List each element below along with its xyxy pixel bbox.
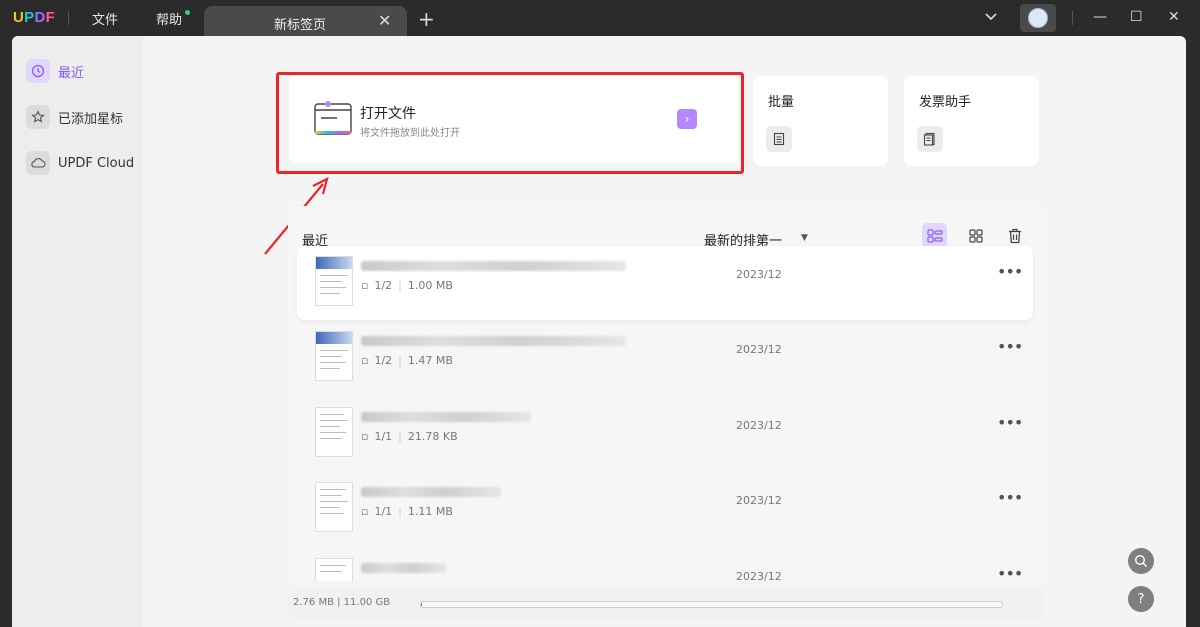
menu-file[interactable]: 文件 bbox=[92, 9, 118, 28]
file-date: 2023/12 bbox=[736, 494, 782, 507]
search-icon bbox=[1134, 554, 1147, 567]
batch-card[interactable]: 批量 bbox=[753, 76, 888, 166]
file-thumbnail bbox=[315, 256, 353, 306]
file-date: 2023/12 bbox=[736, 419, 782, 432]
page-icon: ▫ bbox=[361, 354, 369, 367]
list-view-icon bbox=[926, 228, 943, 243]
delete-button[interactable] bbox=[1002, 223, 1027, 248]
file-date: 2023/12 bbox=[736, 268, 782, 281]
title-bar: UPDF 文件 帮助 新标签页 ✕ + — ☐ ✕ bbox=[0, 0, 1200, 38]
file-meta: ▫ 1/1 | 21.78 KB bbox=[361, 430, 458, 443]
storage-progress bbox=[420, 601, 1003, 608]
file-name-blurred bbox=[361, 336, 626, 346]
storage-text: 2.76 MB | 11.00 GB bbox=[293, 597, 391, 608]
sidebar-item-starred[interactable]: 已添加星标 bbox=[26, 104, 123, 130]
file-name-blurred bbox=[361, 487, 501, 497]
tab-label: 新标签页 bbox=[274, 18, 327, 33]
file-row[interactable]: ▫ 1/1 | 21.78 KB 2023/12 ••• bbox=[297, 397, 1033, 471]
updf-logo: UPDF bbox=[13, 9, 56, 26]
file-row[interactable]: 2023/12 ••• bbox=[297, 548, 1033, 581]
cloud-icon bbox=[26, 151, 50, 175]
minimize-button[interactable]: — bbox=[1093, 9, 1107, 25]
more-options-icon[interactable]: ••• bbox=[997, 564, 1023, 581]
more-options-icon[interactable]: ••• bbox=[997, 337, 1023, 356]
file-thumbnail bbox=[315, 331, 353, 381]
batch-label: 批量 bbox=[768, 95, 795, 110]
file-name-blurred bbox=[361, 261, 626, 271]
file-thumbnail bbox=[315, 482, 353, 532]
more-options-icon[interactable]: ••• bbox=[997, 262, 1023, 281]
tab-new[interactable]: 新标签页 ✕ bbox=[204, 6, 407, 38]
file-meta: ▫ 1/2 | 1.00 MB bbox=[361, 279, 453, 292]
file-name-blurred bbox=[361, 563, 446, 573]
page-icon: ▫ bbox=[361, 430, 369, 443]
file-row[interactable]: ▫ 1/1 | 1.11 MB 2023/12 ••• bbox=[297, 472, 1033, 546]
invoice-label: 发票助手 bbox=[919, 95, 972, 110]
clock-icon bbox=[26, 59, 50, 83]
invoice-icon bbox=[917, 126, 943, 152]
close-window-button[interactable]: ✕ bbox=[1168, 9, 1180, 25]
file-name-blurred bbox=[361, 412, 531, 422]
tab-close-icon[interactable]: ✕ bbox=[378, 11, 391, 30]
file-meta: ▫ 1/1 | 1.11 MB bbox=[361, 505, 453, 518]
more-options-icon[interactable]: ••• bbox=[997, 413, 1023, 432]
avatar-button[interactable] bbox=[1020, 4, 1056, 32]
help-button[interactable]: ? bbox=[1128, 586, 1154, 612]
sidebar-item-label: 最近 bbox=[58, 65, 85, 81]
file-row[interactable]: ▫ 1/2 | 1.00 MB 2023/12 ••• bbox=[297, 246, 1033, 320]
sidebar-item-recent[interactable]: 最近 bbox=[26, 58, 84, 84]
sidebar-item-label: 已添加星标 bbox=[58, 111, 124, 127]
app-body: 最近 已添加星标 UPDF Cloud 打开文件 将文件拖放到此处打开 › 批量… bbox=[12, 36, 1186, 627]
sidebar-item-label: UPDF Cloud bbox=[58, 155, 135, 171]
new-tab-button[interactable]: + bbox=[418, 7, 435, 31]
recent-panel: 最近 最新的排第一 ▼ ▫1/2|1.00 MB 2023/12 ••• bbox=[288, 206, 1046, 581]
batch-icon bbox=[766, 126, 792, 152]
page-icon: ▫ bbox=[361, 279, 369, 292]
grid-view-icon bbox=[968, 228, 983, 243]
file-date: 2023/12 bbox=[736, 570, 782, 581]
highlight-box bbox=[276, 72, 744, 174]
avatar bbox=[1028, 8, 1048, 28]
trash-icon bbox=[1008, 228, 1021, 243]
file-date: 2023/12 bbox=[736, 343, 782, 356]
grid-view-button[interactable] bbox=[963, 223, 988, 248]
file-thumbnail bbox=[315, 558, 353, 581]
sort-arrow-icon[interactable]: ▼ bbox=[801, 233, 808, 243]
main-area: 打开文件 将文件拖放到此处打开 › 批量 发票助手 最近 最新的排第一 ▼ ▫ … bbox=[143, 36, 1186, 627]
update-badge bbox=[185, 10, 190, 15]
menu-help[interactable]: 帮助 bbox=[156, 9, 182, 28]
title-divider-2 bbox=[1072, 11, 1073, 25]
more-options-icon[interactable]: ••• bbox=[997, 488, 1023, 507]
file-thumbnail bbox=[315, 407, 353, 457]
sidebar: 最近 已添加星标 UPDF Cloud bbox=[12, 36, 143, 627]
maximize-button[interactable]: ☐ bbox=[1130, 9, 1143, 25]
file-meta: ▫ 1/2 | 1.47 MB bbox=[361, 354, 453, 367]
invoice-card[interactable]: 发票助手 bbox=[904, 76, 1039, 166]
file-row[interactable]: ▫ 1/2 | 1.47 MB 2023/12 ••• bbox=[297, 321, 1033, 395]
sidebar-item-cloud[interactable]: UPDF Cloud bbox=[26, 150, 134, 176]
chevron-down-icon[interactable] bbox=[984, 10, 998, 24]
page-icon: ▫ bbox=[361, 505, 369, 518]
title-divider bbox=[68, 11, 69, 25]
search-button[interactable] bbox=[1128, 548, 1154, 574]
storage-progress-fill bbox=[421, 602, 423, 607]
star-icon bbox=[26, 105, 50, 129]
list-view-button[interactable] bbox=[922, 223, 947, 248]
storage-bar: 2.76 MB | 11.00 GB bbox=[288, 589, 1046, 619]
